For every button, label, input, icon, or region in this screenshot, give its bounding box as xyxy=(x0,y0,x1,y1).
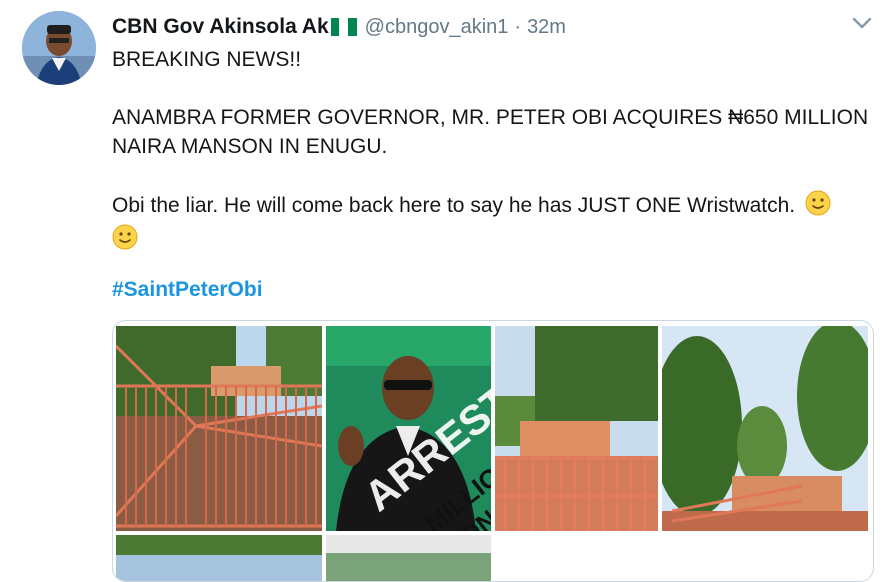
chevron-down-icon[interactable] xyxy=(848,11,876,35)
slightly-smiling-face-icon xyxy=(112,224,138,258)
tweet-header: CBN Gov Akinsola Ak @cbngov_akin1 · 32m xyxy=(112,13,566,41)
photo-gate-2[interactable] xyxy=(495,326,658,531)
display-name[interactable]: CBN Gov Akinsola Ak xyxy=(112,15,329,39)
tweet-text: BREAKING NEWS!! ANAMBRA FORMER GOVERNOR,… xyxy=(112,45,872,258)
tweet-line-text: Obi the liar. He will come back here to … xyxy=(112,194,796,217)
nigeria-flag-icon xyxy=(330,18,357,36)
tweet-line: BREAKING NEWS!! xyxy=(112,48,302,71)
hashtag-link[interactable]: #SaintPeterObi xyxy=(112,278,263,302)
avatar[interactable] xyxy=(22,11,96,85)
user-handle[interactable]: @cbngov_akin1 xyxy=(365,16,509,39)
tweet-line xyxy=(112,224,872,258)
tweet-line: NAIRA MANSON IN ENUGU. xyxy=(112,135,388,158)
photo-portrait[interactable]: ARRESTED !!! MILLION ON IN xyxy=(326,326,491,531)
timestamp[interactable]: 32m xyxy=(527,16,566,39)
photo-row-2-1[interactable] xyxy=(116,535,322,581)
slightly-smiling-face-icon xyxy=(805,190,831,224)
tweet-line: Obi the liar. He will come back here to … xyxy=(112,190,872,224)
photo-gate-3[interactable] xyxy=(662,326,868,531)
photo-row-2-2[interactable] xyxy=(326,535,491,581)
tweet-line: ANAMBRA FORMER GOVERNOR, MR. PETER OBI A… xyxy=(112,106,869,129)
media-grid: ARRESTED !!! MILLION ON IN xyxy=(112,320,874,582)
separator-dot: · xyxy=(514,15,522,38)
photo-gate-1[interactable] xyxy=(116,326,322,531)
